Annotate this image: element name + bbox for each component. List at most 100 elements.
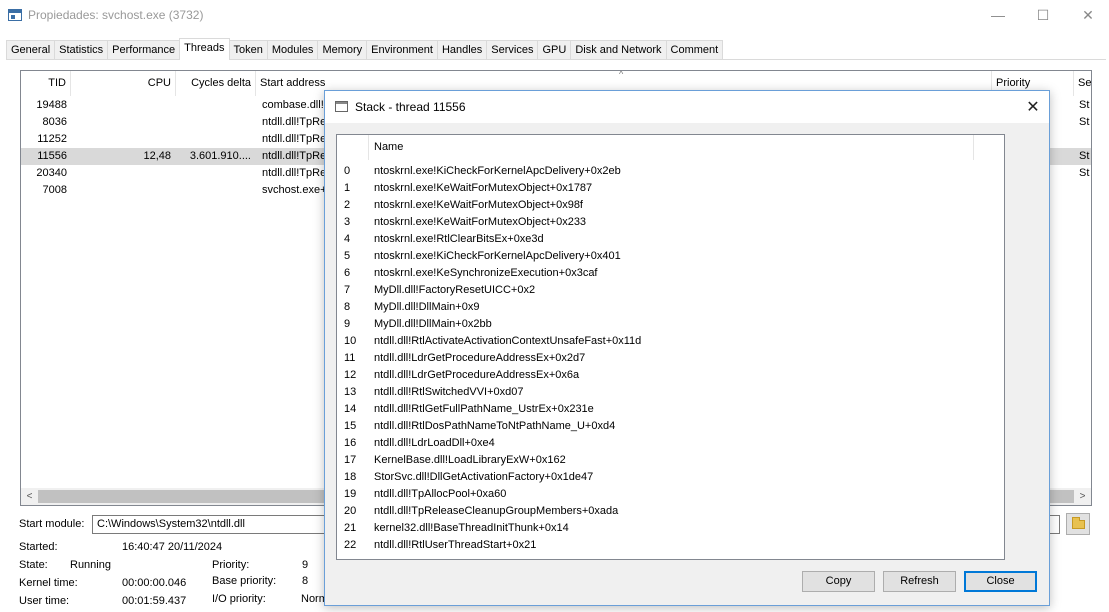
maximize-button[interactable]: ☐ xyxy=(1020,0,1066,30)
column-header-se[interactable]: Se xyxy=(1074,71,1091,96)
user-time-value: 00:01:59.437 xyxy=(122,595,187,607)
stack-frame-index: 20 xyxy=(344,505,357,517)
column-header-tid[interactable]: TID xyxy=(21,71,71,96)
stack-frame-row[interactable]: 16 ntdll.dll!LdrLoadDll+0xe4 xyxy=(337,435,1004,452)
tab-disk-and-network[interactable]: Disk and Network xyxy=(570,40,667,60)
thread-cycles-cell xyxy=(176,165,251,182)
close-icon: ✕ xyxy=(1026,99,1040,116)
stack-frame-row[interactable]: 20 ntdll.dll!TpReleaseCleanupGroupMembers… xyxy=(337,503,1004,520)
close-button[interactable]: Close xyxy=(964,571,1037,592)
column-header-cpu[interactable]: CPU xyxy=(71,71,176,96)
stack-frame-row[interactable]: 13 ntdll.dll!RtlSwitchedVVI+0xd07 xyxy=(337,384,1004,401)
stack-frame-row[interactable]: 5 ntoskrnl.exe!KiCheckForKernelApcDeliver… xyxy=(337,248,1004,265)
stack-frame-name: ntdll.dll!LdrGetProcedureAddressEx+0x2d7 xyxy=(374,352,586,364)
stack-frame-index: 8 xyxy=(344,301,351,313)
thread-start-cell: svchost.exe+ xyxy=(262,184,326,196)
stack-frame-name: ntoskrnl.exe!KeSynchronizeExecution+0x3c… xyxy=(374,267,598,279)
stack-frame-name: MyDll.dll!DllMain+0x2bb xyxy=(374,318,492,330)
stack-frame-row[interactable]: 21 kernel32.dll!BaseThreadInitThunk+0x14 xyxy=(337,520,1004,537)
thread-start-cell: ntdll.dll!TpRe xyxy=(262,150,326,162)
base-priority-value: 8 xyxy=(302,575,309,587)
state-value: Running xyxy=(70,559,111,571)
stack-frame-row[interactable]: 3 ntoskrnl.exe!KeWaitForMutexObject+0x233 xyxy=(337,214,1004,231)
tab-memory[interactable]: Memory xyxy=(317,40,368,60)
stack-dialog-close-button[interactable]: ✕ xyxy=(1017,91,1049,123)
stack-frame-row[interactable]: 10 ntdll.dll!RtlActivateActivationContext… xyxy=(337,333,1004,350)
stack-frame-row[interactable]: 2 ntoskrnl.exe!KeWaitForMutexObject+0x98f xyxy=(337,197,1004,214)
start-module-field[interactable]: C:\Windows\System32\ntdll.dll xyxy=(92,515,332,534)
stack-frame-name: ntoskrnl.exe!KeWaitForMutexObject+0x233 xyxy=(374,216,587,228)
stack-frame-index: 7 xyxy=(344,284,351,296)
stack-frame-row[interactable]: 11 ntdll.dll!LdrGetProcedureAddressEx+0x2… xyxy=(337,350,1004,367)
stack-frame-index: 18 xyxy=(344,471,357,483)
base-priority-label: Base priority: xyxy=(212,575,277,587)
stack-frame-row[interactable]: 6 ntoskrnl.exe!KeSynchronizeExecution+0x3… xyxy=(337,265,1004,282)
sort-indicator-icon: ^ xyxy=(619,70,624,79)
thread-tid-cell: 8036 xyxy=(42,116,67,128)
tab-gpu[interactable]: GPU xyxy=(537,40,572,60)
tab-modules[interactable]: Modules xyxy=(266,40,319,60)
tab-token[interactable]: Token xyxy=(228,40,268,60)
column-header-cycles-delta[interactable]: Cycles delta xyxy=(176,71,256,96)
stack-frame-index: 5 xyxy=(344,250,351,262)
thread-tid-cell: 19488 xyxy=(36,99,67,111)
column-header-index[interactable] xyxy=(337,135,369,160)
stack-frame-row[interactable]: 9 MyDll.dll!DllMain+0x2bb xyxy=(337,316,1004,333)
refresh-button[interactable]: Refresh xyxy=(883,571,956,592)
tab-general[interactable]: General xyxy=(6,40,56,60)
stack-frame-row[interactable]: 18 StorSvc.dll!DllGetActivationFactory+0x… xyxy=(337,469,1004,486)
stack-frame-name: ntdll.dll!TpAllocPool+0xa60 xyxy=(374,488,507,500)
stack-list-header: Name xyxy=(337,135,1004,160)
stack-frame-row[interactable]: 22 ntdll.dll!RtlUserThreadStart+0x21 xyxy=(337,537,1004,554)
priority-label: Priority: xyxy=(212,559,250,571)
close-icon: ✕ xyxy=(1082,6,1094,23)
column-header-name[interactable]: Name xyxy=(369,135,1004,160)
stack-frame-row[interactable]: 14 ntdll.dll!RtlGetFullPathName_UstrEx+0x… xyxy=(337,401,1004,418)
stack-frame-name: ntoskrnl.exe!KeWaitForMutexObject+0x98f xyxy=(374,199,583,211)
stack-frame-index: 11 xyxy=(344,352,356,364)
tab-comment[interactable]: Comment xyxy=(665,40,724,60)
stack-dialog-titlebar[interactable]: Stack - thread 11556 ✕ xyxy=(325,91,1049,123)
thread-tid-cell: 11252 xyxy=(37,133,67,145)
tab-handles[interactable]: Handles xyxy=(436,40,488,60)
stack-frame-index: 1 xyxy=(344,182,351,194)
stack-frame-index: 22 xyxy=(344,539,357,551)
stack-frames-list[interactable]: Name 0 ntoskrnl.exe!KiCheckForKernelApcDe… xyxy=(336,134,1005,560)
thread-se-cell xyxy=(1079,182,1091,199)
thread-tid-cell: 11556 xyxy=(37,150,67,162)
stack-frame-name: ntdll.dll!LdrGetProcedureAddressEx+0x6a xyxy=(374,369,580,381)
stack-frame-row[interactable]: 8 MyDll.dll!DllMain+0x9 xyxy=(337,299,1004,316)
stack-frame-name: ntdll.dll!RtlActivateActivationContextUn… xyxy=(374,335,642,347)
copy-button[interactable]: Copy xyxy=(802,571,875,592)
stack-frame-name: KernelBase.dll!LoadLibraryExW+0x162 xyxy=(374,454,566,466)
stack-frame-row[interactable]: 19 ntdll.dll!TpAllocPool+0xa60 xyxy=(337,486,1004,503)
stack-frame-row[interactable]: 15 ntdll.dll!RtlDosPathNameToNtPathName_U… xyxy=(337,418,1004,435)
close-window-button[interactable]: ✕ xyxy=(1065,0,1109,30)
tab-statistics[interactable]: Statistics xyxy=(54,40,109,60)
priority-value: 9 xyxy=(302,559,309,571)
user-time-label: User time: xyxy=(19,595,70,607)
thread-cpu-cell xyxy=(101,182,171,199)
stack-frame-index: 10 xyxy=(344,335,357,347)
scroll-left-icon[interactable]: < xyxy=(21,488,38,505)
stack-frame-row[interactable]: 4 ntoskrnl.exe!RtlClearBitsEx+0xe3d xyxy=(337,231,1004,248)
stack-frame-row[interactable]: 0 ntoskrnl.exe!KiCheckForKernelApcDeliver… xyxy=(337,163,1004,180)
stack-frame-name: ntoskrnl.exe!KiCheckForKernelApcDelivery… xyxy=(374,250,621,262)
kernel-time-value: 00:00:00.046 xyxy=(122,577,187,589)
minimize-button[interactable]: — xyxy=(975,0,1021,30)
tab-services[interactable]: Services xyxy=(486,40,539,60)
thread-se-cell: St xyxy=(1079,116,1090,128)
stack-frame-row[interactable]: 7 MyDll.dll!FactoryResetUICC+0x2 xyxy=(337,282,1004,299)
stack-frame-name: StorSvc.dll!DllGetActivationFactory+0x1d… xyxy=(374,471,594,483)
tab-performance[interactable]: Performance xyxy=(107,40,181,60)
scroll-right-icon[interactable]: > xyxy=(1074,488,1091,505)
open-module-folder-button[interactable] xyxy=(1066,513,1090,535)
stack-frame-row[interactable]: 1 ntoskrnl.exe!KeWaitForMutexObject+0x178… xyxy=(337,180,1004,197)
stack-frame-row[interactable]: 17 KernelBase.dll!LoadLibraryExW+0x162 xyxy=(337,452,1004,469)
stack-frame-name: MyDll.dll!DllMain+0x9 xyxy=(374,301,480,313)
tab-environment[interactable]: Environment xyxy=(366,40,438,60)
stack-frame-index: 4 xyxy=(344,233,351,245)
stack-frame-row[interactable]: 12 ntdll.dll!LdrGetProcedureAddressEx+0x6… xyxy=(337,367,1004,384)
tab-threads[interactable]: Threads xyxy=(179,38,230,60)
start-module-label: Start module: xyxy=(19,518,85,530)
